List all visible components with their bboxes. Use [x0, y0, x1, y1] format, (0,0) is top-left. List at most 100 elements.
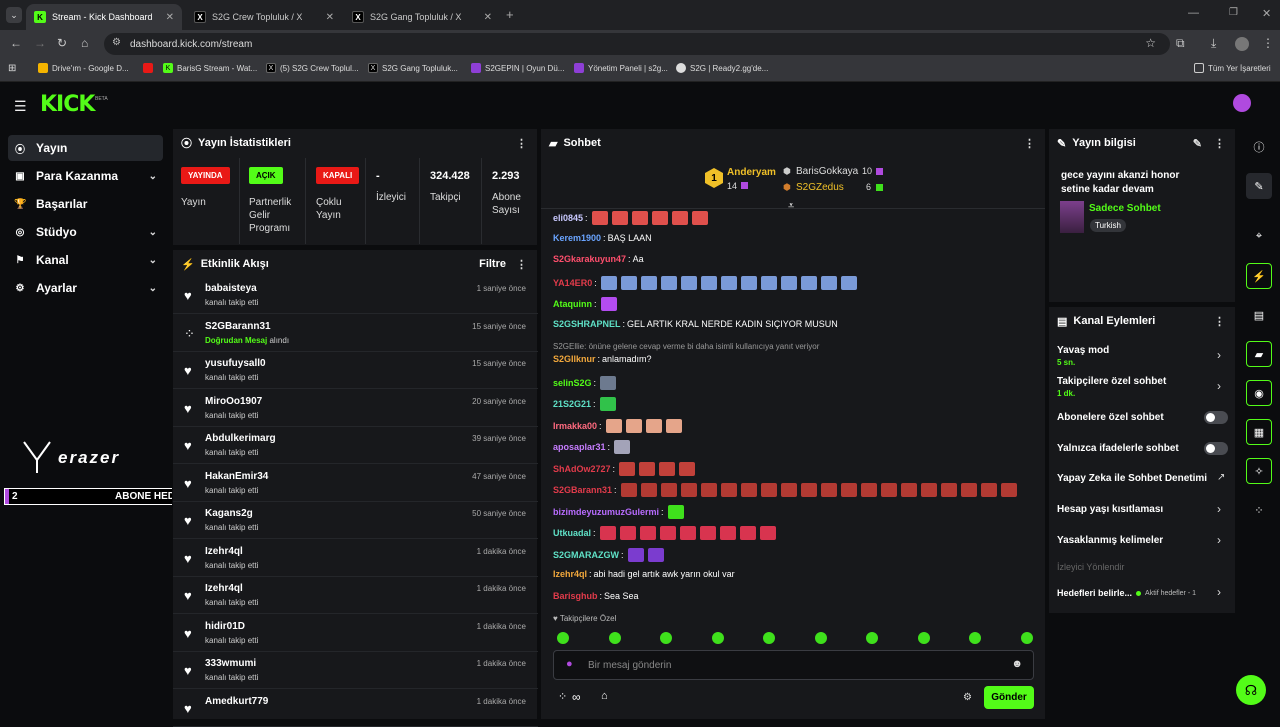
- bookmark-item[interactable]: X S2G Gang Topluluk...: [368, 63, 458, 73]
- browser-tab[interactable]: X S2G Gang Topluluk / X ✕: [344, 4, 500, 30]
- redirect-viewers-label[interactable]: İzleyici Yönlendir: [1057, 562, 1124, 572]
- community-icon[interactable]: ⁘: [558, 690, 567, 703]
- chat-username[interactable]: Kerem1900: [553, 233, 601, 243]
- activity-item[interactable]: ♥ Amedkurt779 1 dakika önce: [173, 690, 538, 727]
- forward-icon[interactable]: →: [34, 36, 46, 50]
- activity-username[interactable]: 333wmumi: [205, 658, 256, 669]
- bookmark-item[interactable]: S2G | Ready2.gg'de...: [676, 63, 768, 73]
- chevron-down-icon[interactable]: ⌄: [149, 283, 157, 294]
- focus-icon[interactable]: ⌖: [1246, 223, 1272, 249]
- goals-row[interactable]: Hedefleri belirle... Aktif hedefler - 1: [1057, 588, 1196, 598]
- hamburger-menu-icon[interactable]: ☰: [14, 98, 27, 115]
- activity-username[interactable]: hidir01D: [205, 621, 245, 632]
- activity-username[interactable]: Izehr4ql: [205, 583, 243, 594]
- extensions-icon[interactable]: ⧉: [1176, 36, 1185, 51]
- chevron-down-icon[interactable]: ⌄: [149, 255, 157, 266]
- browser-menu-icon[interactable]: ⋮: [1262, 36, 1274, 50]
- chat-input[interactable]: ● Bir mesaj gönderin ☻: [553, 650, 1034, 680]
- quick-emote-icon[interactable]: [711, 632, 724, 644]
- quick-emote-icon[interactable]: [969, 632, 981, 644]
- chat-message[interactable]: aposaplar31:: [553, 440, 631, 454]
- browser-tab[interactable]: K Stream - Kick Dashboard ✕: [26, 4, 182, 30]
- activity-username[interactable]: S2GBarann31: [205, 321, 271, 332]
- chat-message[interactable]: S2GIlknur: anlamadım?: [553, 354, 652, 364]
- more-options-icon[interactable]: ⋮: [1214, 315, 1225, 328]
- slow-mode-chevron-icon[interactable]: ›: [1217, 348, 1221, 362]
- chat-username[interactable]: S2GIlknur: [553, 354, 596, 364]
- activity-username[interactable]: HakanEmir34: [205, 471, 268, 482]
- restore-icon[interactable]: ❐: [1229, 7, 1238, 18]
- chat-message[interactable]: 21S2G21:: [553, 397, 616, 411]
- activity-item[interactable]: ⁘ S2GBarann31 Doğrudan Mesaj alındı 15 sani…: [173, 315, 538, 352]
- category-name[interactable]: Sadece Sohbet: [1089, 203, 1161, 214]
- quick-emote-icon[interactable]: [1020, 632, 1033, 644]
- quick-emote-icon[interactable]: [557, 632, 569, 644]
- chat-message[interactable]: YA14ER0:: [553, 275, 857, 290]
- emote-chat-toggle[interactable]: [1204, 442, 1228, 455]
- chat-message[interactable]: ShAdOw2727:: [553, 461, 696, 476]
- chat-message[interactable]: S2Gkarakuyun47: Aa: [553, 254, 644, 264]
- chat-message[interactable]: eli0845:: [553, 211, 708, 225]
- chat-username[interactable]: bizimdeyuzumuzGulermi: [553, 507, 659, 517]
- edit-icon[interactable]: ✎: [1193, 137, 1202, 150]
- chat-settings-icon[interactable]: ⚙: [963, 692, 972, 703]
- top-gifter-name[interactable]: Anderyam: [727, 167, 776, 178]
- chat-username[interactable]: aposaplar31: [553, 442, 606, 452]
- sidebar-item-2[interactable]: 🏆 Başarılar: [8, 191, 163, 217]
- more-options-icon[interactable]: ⋮: [516, 137, 527, 150]
- chat-action-icon[interactable]: ▰: [1246, 341, 1272, 367]
- quick-emote-icon[interactable]: [763, 632, 775, 644]
- microphone-icon[interactable]: ●: [566, 658, 573, 670]
- activity-item[interactable]: ♥ Abdulkerimarg kanalı takip etti 39 saniye…: [173, 427, 538, 464]
- bookmark-item[interactable]: [143, 63, 153, 73]
- chat-message[interactable]: S2GBarann31:: [553, 483, 1017, 497]
- chat-username[interactable]: S2GBarann31: [553, 485, 612, 495]
- activity-item[interactable]: ♥ HakanEmir34 kanalı takip etti 47 saniye ö…: [173, 465, 538, 502]
- bookmark-item[interactable]: Drive'ım - Google D...: [38, 63, 129, 73]
- chat-message[interactable]: selinS2G:: [553, 375, 617, 390]
- activity-username[interactable]: MiroOo1907: [205, 396, 262, 407]
- info-icon[interactable]: ⓘ: [1246, 134, 1272, 160]
- quick-emote-icon[interactable]: [917, 632, 930, 644]
- chat-username[interactable]: Barisghub: [553, 591, 598, 601]
- sidebar-item-1[interactable]: ▣ Para Kazanma ⌄: [8, 163, 163, 189]
- expand-leaderboard-icon[interactable]: ⩡: [788, 200, 794, 213]
- activity-username[interactable]: Abdulkerimarg: [205, 433, 276, 444]
- chat-username[interactable]: ShAdOw2727: [553, 464, 611, 474]
- broadcast-action-icon[interactable]: ◉: [1246, 380, 1272, 406]
- quick-emote-icon[interactable]: [814, 632, 827, 644]
- chat-username[interactable]: selinS2G: [553, 378, 592, 388]
- activity-item[interactable]: ♥ Izehr4ql kanalı takip etti 1 dakika önce: [173, 577, 538, 614]
- chat-message[interactable]: Izehr4ql: abi hadi gel artık awk yarın o…: [553, 569, 735, 579]
- home-icon[interactable]: ⌂: [81, 36, 88, 50]
- bookmark-item[interactable]: Yönetim Paneli | s2g...: [574, 63, 668, 73]
- activity-username[interactable]: Kagans2g: [205, 508, 253, 519]
- chat-username[interactable]: Izehr4ql: [553, 569, 587, 579]
- chat-message[interactable]: Barisghub: Sea Sea: [553, 591, 639, 601]
- more-options-icon[interactable]: ⋮: [1024, 137, 1035, 150]
- all-bookmarks-folder[interactable]: Tüm Yer İşaretleri: [1194, 63, 1271, 73]
- chat-username[interactable]: S2GMARAZGW: [553, 550, 619, 560]
- chevron-down-icon[interactable]: ⌄: [149, 171, 157, 182]
- chat-username[interactable]: Utkuadal: [553, 528, 591, 538]
- sidebar-item-0[interactable]: ⦿ Yayın: [8, 135, 163, 161]
- chat-message[interactable]: S2GMARAZGW:: [553, 547, 664, 562]
- send-button[interactable]: Gönder: [984, 686, 1034, 709]
- quick-emote-icon[interactable]: [608, 632, 621, 644]
- bookmark-item[interactable]: S2GEPIN | Oyun Dü...: [471, 63, 564, 73]
- chat-message[interactable]: Kerem1900: BAŞ LAAN: [553, 233, 652, 243]
- download-icon[interactable]: ⤓: [1211, 36, 1216, 51]
- notes-icon[interactable]: ▤: [1246, 302, 1272, 328]
- goals-chevron-icon[interactable]: ›: [1217, 585, 1221, 599]
- community-rail-icon[interactable]: ⁘: [1246, 497, 1272, 523]
- activity-item[interactable]: ♥ hidir01D kanalı takip etti 1 dakika önce: [173, 615, 538, 652]
- wrench-action-icon[interactable]: ✧: [1246, 458, 1272, 484]
- banned-words-chevron-icon[interactable]: ›: [1217, 533, 1221, 547]
- filter-button[interactable]: Filtre: [479, 258, 506, 270]
- more-options-icon[interactable]: ⋮: [1214, 137, 1225, 150]
- close-tab-icon[interactable]: ✕: [166, 12, 174, 23]
- apps-icon[interactable]: ⊞: [8, 63, 16, 74]
- chat-username[interactable]: YA14ER0: [553, 278, 592, 288]
- activity-username[interactable]: babaisteya: [205, 283, 257, 294]
- chat-message[interactable]: bizimdeyuzumuzGulermi:: [553, 504, 684, 519]
